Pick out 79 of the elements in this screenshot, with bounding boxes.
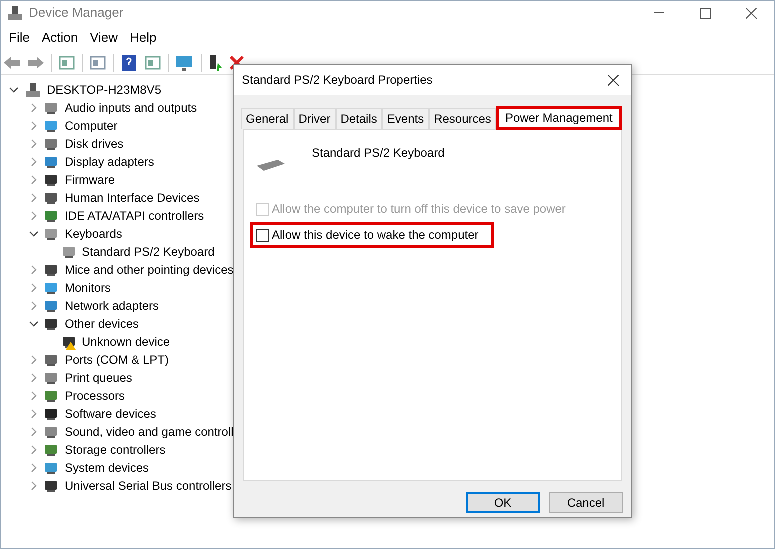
device-icon — [43, 172, 59, 188]
tab[interactable]: Details — [336, 108, 382, 129]
device-icon — [43, 118, 59, 134]
panel-icon[interactable] — [144, 54, 162, 72]
close-icon — [608, 74, 618, 86]
device-update-icon[interactable] — [208, 54, 224, 72]
device-icon — [43, 478, 59, 494]
device-icon — [43, 136, 59, 152]
tree-item[interactable]: Firmware — [65, 171, 115, 189]
window-icon[interactable] — [58, 54, 76, 72]
device-icon — [43, 262, 59, 278]
chevron-down-icon[interactable] — [9, 85, 19, 95]
dialog-button[interactable]: OK — [466, 492, 540, 513]
tree-item[interactable]: Mice and other pointing devices — [65, 261, 234, 279]
tab[interactable]: Resources — [429, 108, 496, 129]
menu-item[interactable]: File — [3, 28, 36, 48]
menu-item[interactable]: View — [84, 28, 124, 48]
device-icon — [43, 424, 59, 440]
device-icon — [61, 334, 77, 350]
tree-item[interactable]: Unknown device — [82, 333, 170, 351]
tree-item[interactable]: IDE ATA/ATAPI controllers — [65, 207, 204, 225]
computer-icon — [25, 82, 41, 98]
tab[interactable]: General — [241, 108, 294, 129]
tree-item[interactable]: Keyboards — [65, 225, 122, 243]
tree-item[interactable]: Computer — [65, 117, 118, 135]
help-icon[interactable] — [120, 54, 138, 72]
checkbox[interactable] — [256, 228, 269, 242]
tree-item[interactable]: Standard PS/2 Keyboard — [82, 243, 215, 261]
forward-arrow-icon[interactable] — [27, 54, 45, 70]
app-icon — [7, 5, 23, 21]
device-icon — [43, 190, 59, 206]
tree-item[interactable]: Print queues — [65, 369, 132, 387]
document-icon[interactable] — [89, 54, 107, 72]
back-arrow-icon[interactable] — [3, 54, 21, 70]
close-icon — [746, 8, 756, 18]
tree-item[interactable]: Monitors — [65, 279, 112, 297]
tree-item[interactable]: Processors — [65, 387, 126, 405]
tree-item[interactable]: Sound, video and game controll — [65, 423, 234, 441]
device-icon — [61, 244, 77, 260]
monitor-icon[interactable] — [175, 54, 195, 72]
uninstall-x-icon[interactable] — [230, 56, 244, 70]
device-icon — [43, 226, 59, 242]
menu-item[interactable]: Action — [36, 28, 84, 48]
tree-item[interactable]: Other devices — [65, 315, 140, 333]
device-icon — [43, 280, 59, 296]
tree-item[interactable]: Universal Serial Bus controllers — [65, 477, 232, 495]
device-icon — [43, 154, 59, 170]
tree-item[interactable]: Display adapters — [65, 153, 154, 171]
device-icon — [43, 406, 59, 422]
chevron-down-icon[interactable] — [29, 319, 39, 329]
tab[interactable]: Driver — [294, 108, 336, 129]
tree-item[interactable]: DESKTOP-H23M8V5 — [47, 81, 162, 99]
maximize-icon — [700, 8, 710, 18]
tree-item[interactable]: System devices — [65, 459, 150, 477]
tree-item[interactable]: Software devices — [65, 405, 156, 423]
menu-item[interactable]: Help — [124, 28, 163, 48]
device-icon — [43, 208, 59, 224]
device-icon — [43, 370, 59, 386]
device-icon — [43, 388, 59, 404]
chevron-down-icon[interactable] — [29, 229, 39, 239]
device-icon — [43, 298, 59, 314]
tree-item[interactable]: Disk drives — [65, 135, 124, 153]
device-icon — [43, 316, 59, 332]
device-name: Standard PS/2 Keyboard — [312, 145, 445, 162]
tree-item[interactable]: Ports (COM & LPT) — [65, 351, 170, 369]
tree-item[interactable]: Network adapters — [65, 297, 160, 315]
tree-item[interactable]: Audio inputs and outputs — [65, 99, 198, 117]
tree-item[interactable]: Storage controllers — [65, 441, 166, 459]
tab[interactable]: Power Management — [496, 106, 622, 130]
window-title: Device Manager — [29, 4, 124, 22]
dialog-title: Standard PS/2 Keyboard Properties — [242, 72, 433, 89]
tree-item[interactable]: Human Interface Devices — [65, 189, 200, 207]
device-icon — [43, 460, 59, 476]
checkbox-option[interactable]: Allow this device to wake the computer — [250, 222, 494, 248]
dialog-button[interactable]: Cancel — [549, 492, 623, 513]
device-icon — [43, 100, 59, 116]
device-icon — [43, 352, 59, 368]
device-icon — [43, 442, 59, 458]
tab[interactable]: Events — [382, 108, 430, 129]
